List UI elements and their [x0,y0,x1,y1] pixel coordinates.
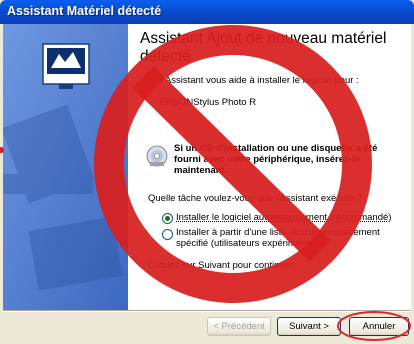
title-bar[interactable]: Assistant Matériel détecté [0,0,414,24]
cd-icon [146,145,168,167]
option-automatic-label[interactable]: Installer le logiciel automatiquement (r… [176,212,391,223]
hardware-wizard-icon [42,43,90,89]
intro-text: Cet Assistant vous aide à installer le l… [148,75,359,86]
footer-separator-highlight [3,311,411,312]
add-hardware-wizard-window: Assistant Matériel détecté Assistant Ajo… [0,0,414,344]
cancel-button[interactable]: Annuler [349,317,409,336]
continue-hint: Cliquez sur Suivant pour continuer. [148,260,296,271]
device-name: EPSONStylus Photo R [160,97,257,108]
back-button[interactable]: < Précédent [207,317,271,336]
wizard-sidebar [3,24,128,310]
radio-install-from-list[interactable] [162,229,173,240]
next-button[interactable]: Suivant > [277,317,341,336]
question-text: Quelle tâche voulez-vous que l'Assistant… [148,193,363,204]
wizard-content: Assistant Ajout de nouveau matériel déte… [128,24,411,310]
wizard-client-area: Assistant Ajout de nouveau matériel déte… [3,24,411,341]
radio-install-automatic[interactable] [162,213,173,224]
option-from-list-label[interactable]: Installer à partir d'une liste ou d'un e… [176,227,404,249]
cd-hint-text: Si un CD d'installation ou une disquette… [174,143,378,176]
window-title: Assistant Matériel détecté [7,4,162,18]
wizard-heading: Assistant Ajout de nouveau matériel déte… [140,30,387,65]
